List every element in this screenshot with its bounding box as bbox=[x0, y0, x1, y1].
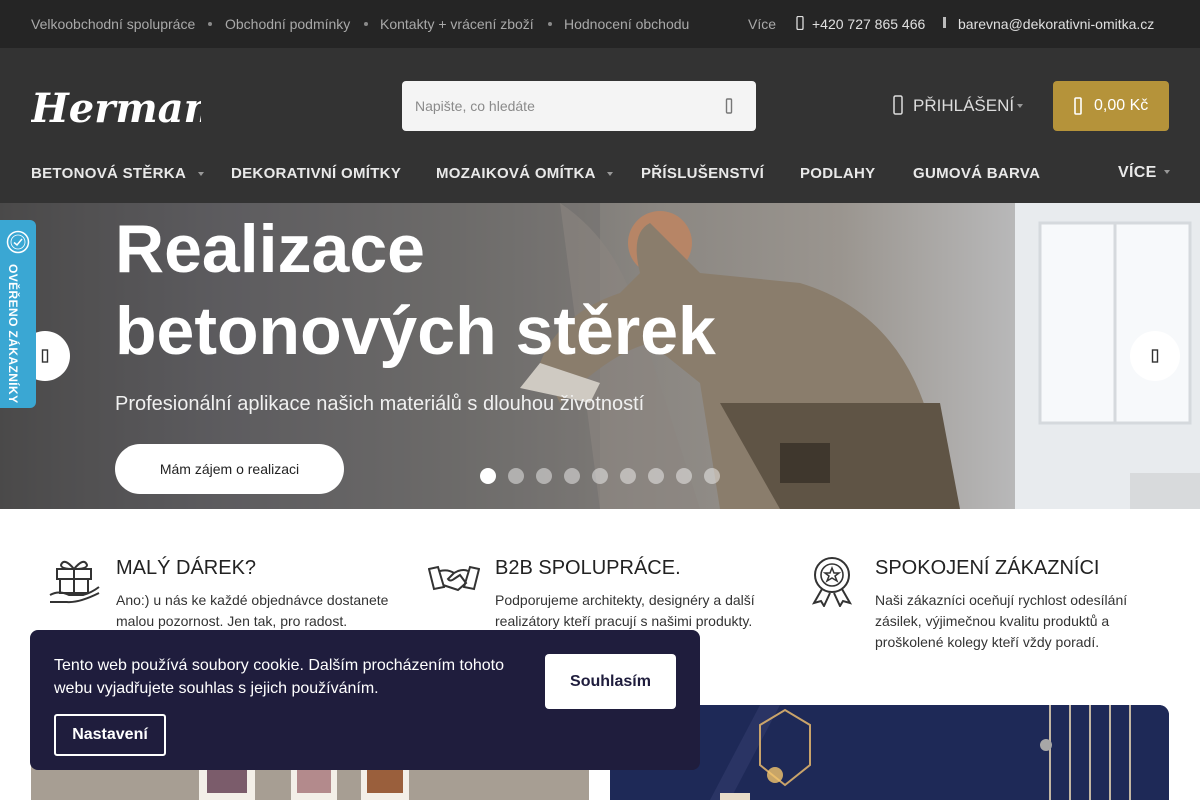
email-address: barevna@dekorativni-omitka.cz bbox=[958, 16, 1155, 32]
slider-dot[interactable] bbox=[592, 468, 608, 484]
feature-text: Podporujeme architekty, designéry a dalš… bbox=[495, 592, 755, 629]
separator-dot bbox=[548, 22, 552, 26]
chevron-down-icon bbox=[607, 172, 613, 176]
top-link-terms[interactable]: Obchodní podmínky bbox=[225, 16, 350, 32]
nav-item-rubber-paint[interactable]: GUMOVÁ BARVA bbox=[913, 165, 1040, 182]
logo-text: Hermann bbox=[31, 85, 201, 132]
login-label: PŘIHLÁŠENÍ bbox=[913, 96, 1015, 115]
top-bar: Velkoobchodní spolupráce Obchodní podmín… bbox=[0, 0, 1200, 48]
hero-title-line-1: Realizace bbox=[115, 211, 425, 287]
phone-link[interactable]: +420 727 865 466 bbox=[796, 16, 926, 32]
top-link-reviews[interactable]: Hodnocení obchodu bbox=[564, 16, 689, 32]
badge-label: OVĚŘENO ZÁKAZNÍKY bbox=[6, 264, 20, 404]
cart-total: 0,00 Kč bbox=[1094, 97, 1149, 114]
feature-title: B2B SPOLUPRÁCE. bbox=[495, 557, 681, 579]
nav-item-mosaic-plaster[interactable]: MOZAIKOVÁ OMÍTKA bbox=[436, 165, 596, 182]
search-input[interactable] bbox=[402, 81, 712, 131]
nav-item-more[interactable]: VÍCE bbox=[1118, 164, 1157, 182]
verified-customers-badge[interactable]: OVĚŘENO ZÁKAZNÍKY bbox=[0, 220, 36, 408]
hero-title-line-2: betonových stěrek bbox=[115, 293, 716, 369]
phone-number: +420 727 865 466 bbox=[812, 16, 926, 32]
search-box bbox=[402, 81, 756, 131]
email-link[interactable]: barevna@dekorativni-omitka.cz bbox=[943, 16, 1155, 32]
slider-dot[interactable] bbox=[508, 468, 524, 484]
hero-subtitle: Profesionální aplikace našich materiálů … bbox=[115, 393, 645, 415]
arrow-left-icon bbox=[41, 349, 49, 363]
slider-dot[interactable] bbox=[564, 468, 580, 484]
chevron-down-icon bbox=[1017, 104, 1023, 108]
nav-item-decorative-plaster[interactable]: DEKORATIVNÍ OMÍTKY bbox=[231, 165, 401, 182]
top-link-contacts[interactable]: Kontakty + vrácení zboží bbox=[380, 16, 534, 32]
feature-title: MALÝ DÁREK? bbox=[116, 557, 257, 579]
cookie-accept-button[interactable]: Souhlasím bbox=[545, 654, 676, 709]
verified-seal-icon bbox=[6, 230, 30, 254]
chevron-down-icon bbox=[198, 172, 204, 176]
slider-next-button[interactable] bbox=[1130, 331, 1180, 381]
slider-dot[interactable] bbox=[536, 468, 552, 484]
cookie-settings-button[interactable]: Nastavení bbox=[54, 714, 166, 756]
cookie-text: Tento web používá soubory cookie. Dalším… bbox=[54, 657, 505, 697]
separator-dot bbox=[364, 22, 368, 26]
slider-dot[interactable] bbox=[704, 468, 720, 484]
handshake-icon bbox=[428, 565, 480, 592]
envelope-icon bbox=[943, 17, 946, 28]
feature-text: Naši zákazníci oceňují rychlost odesílán… bbox=[875, 592, 1128, 650]
feature-title: SPOKOJENÍ ZÁKAZNÍCI bbox=[875, 557, 1100, 579]
hero-cta-button[interactable]: Mám zájem o realizaci bbox=[115, 444, 344, 494]
slider-dot[interactable] bbox=[648, 468, 664, 484]
site-logo[interactable]: Hermann bbox=[30, 78, 242, 137]
search-icon[interactable] bbox=[724, 98, 734, 114]
award-icon bbox=[811, 557, 853, 607]
nav-item-concrete-screed[interactable]: BETONOVÁ STĚRKA bbox=[31, 165, 186, 182]
feature-text: Ano:) u nás ke každé objednávce dostanet… bbox=[116, 592, 389, 629]
hero-slider: Realizace betonových stěrek Profesionáln… bbox=[0, 203, 1200, 509]
phone-icon bbox=[796, 16, 804, 30]
nav-item-floors[interactable]: PODLAHY bbox=[800, 165, 875, 182]
nav-item-accessories[interactable]: PŘÍSLUŠENSTVÍ bbox=[641, 165, 764, 182]
top-link-more[interactable]: Více bbox=[748, 16, 776, 32]
cart-icon bbox=[1074, 97, 1082, 115]
slider-dot[interactable] bbox=[620, 468, 636, 484]
hero-title: Realizace betonových stěrek bbox=[115, 208, 716, 372]
gift-icon bbox=[49, 560, 100, 604]
cookie-consent-bar: Tento web používá soubory cookie. Dalším… bbox=[30, 630, 700, 770]
user-icon bbox=[893, 95, 903, 115]
top-link-wholesale[interactable]: Velkoobchodní spolupráce bbox=[31, 16, 195, 32]
arrow-right-icon bbox=[1151, 349, 1159, 363]
chevron-down-icon bbox=[1164, 170, 1170, 174]
cart-button[interactable]: 0,00 Kč bbox=[1053, 81, 1169, 131]
slider-dot-active[interactable] bbox=[480, 468, 496, 484]
hermann-logo-icon: Hermann bbox=[30, 85, 242, 132]
separator-dot bbox=[208, 22, 212, 26]
site-header: Hermann PŘIHLÁŠENÍ 0,00 Kč BETONOVÁ STĚR… bbox=[0, 48, 1200, 203]
main-nav: BETONOVÁ STĚRKA DEKORATIVNÍ OMÍTKY MOZAI… bbox=[0, 150, 1200, 203]
slider-dot[interactable] bbox=[676, 468, 692, 484]
